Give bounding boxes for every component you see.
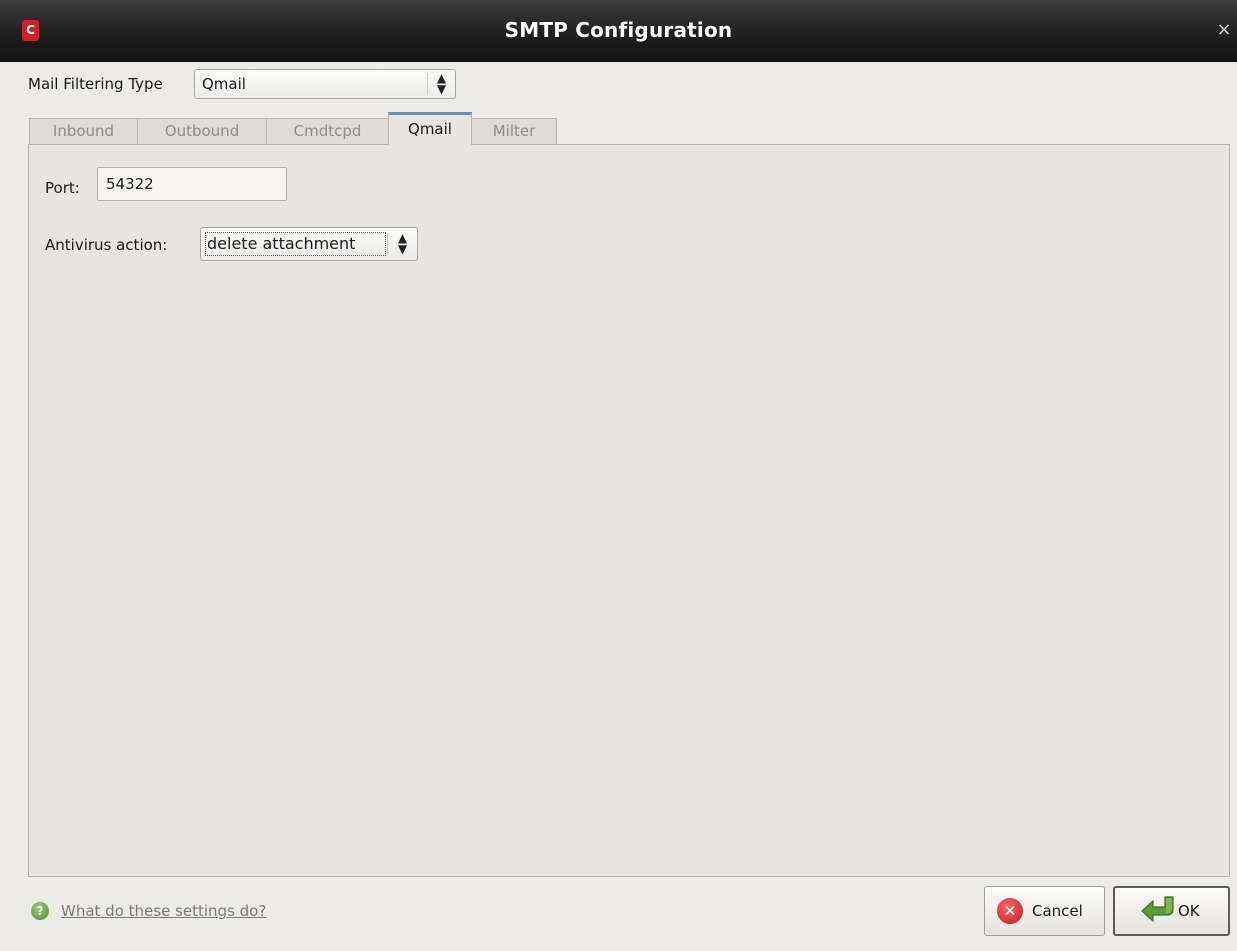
window-title: SMTP Configuration — [504, 18, 733, 42]
antivirus-action-value: delete attachment — [207, 234, 356, 253]
tab-milter[interactable]: Milter — [471, 118, 557, 145]
tab-cmdtcpd[interactable]: Cmdtcpd — [266, 118, 389, 145]
port-label: Port: — [45, 179, 80, 197]
updown-arrow-icon: ▲ ▼ — [387, 232, 417, 255]
qmail-tab-panel: Port: Antivirus action: delete attachmen… — [28, 144, 1230, 877]
tab-qmail[interactable]: Qmail — [388, 112, 472, 145]
antivirus-action-select[interactable]: delete attachment ▲ ▼ — [200, 227, 418, 261]
updown-arrow-icon: ▲ ▼ — [427, 72, 455, 95]
cancel-icon: ✕ — [997, 898, 1023, 924]
ok-arrow-icon — [1141, 896, 1174, 923]
antivirus-action-label: Antivirus action: — [45, 236, 168, 254]
tab-outbound[interactable]: Outbound — [137, 118, 267, 145]
mail-filtering-type-select[interactable]: Qmail ▲ ▼ — [194, 69, 456, 99]
mail-filtering-type-value: Qmail — [202, 75, 246, 93]
ok-button-label: OK — [1178, 902, 1200, 920]
cancel-button[interactable]: ✕ Cancel — [984, 886, 1105, 936]
close-icon[interactable]: × — [1215, 18, 1233, 42]
port-input[interactable] — [97, 167, 287, 201]
smtp-configuration-dialog: C SMTP Configuration × Mail Filtering Ty… — [0, 0, 1237, 951]
tab-inbound[interactable]: Inbound — [29, 118, 138, 145]
help-link[interactable]: What do these settings do? — [61, 902, 266, 920]
mail-filtering-type-label: Mail Filtering Type — [28, 75, 163, 93]
title-bar: C SMTP Configuration × — [0, 0, 1237, 62]
ok-button[interactable]: OK — [1113, 886, 1230, 936]
cancel-button-label: Cancel — [1032, 902, 1083, 920]
help-icon: ? — [31, 902, 49, 920]
